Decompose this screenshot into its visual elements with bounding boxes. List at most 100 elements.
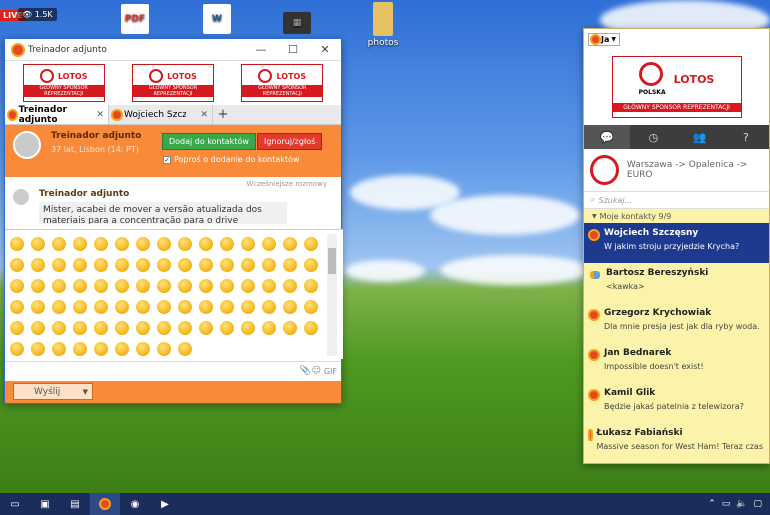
history-tab-icon[interactable]: ◷	[630, 125, 676, 149]
emoji-item-icon[interactable]	[178, 258, 192, 272]
earlier-conversations-link[interactable]: Wcześniejsze rozmowy	[246, 180, 327, 188]
volume-icon[interactable]: 🔈	[736, 499, 747, 509]
contacts-tab-icon[interactable]: 👥	[677, 125, 723, 149]
desktop-icon-photos[interactable]: photos	[356, 2, 410, 48]
list-item[interactable]: Wojciech Szczęsny W jakim stroju przyjedz…	[584, 223, 769, 263]
emoji-item-icon[interactable]	[283, 300, 297, 314]
scroll-thumb[interactable]	[328, 248, 336, 274]
ignore-button[interactable]: Ignoruj/zgłoś	[257, 133, 323, 150]
add-contact-button[interactable]: Dodaj do kontaktów	[162, 133, 256, 150]
emoji-item-icon[interactable]	[73, 342, 87, 356]
messenger-taskbar-icon[interactable]	[90, 493, 120, 515]
emoji-item-icon[interactable]	[10, 258, 24, 272]
emoji-item-icon[interactable]	[241, 300, 255, 314]
edge-icon[interactable]: ◉	[120, 493, 150, 515]
chevron-up-icon[interactable]: ⌃	[708, 499, 716, 509]
checkbox-icon[interactable]: ✓	[163, 155, 171, 164]
emoji-item-icon[interactable]	[52, 237, 66, 251]
emoji-item-icon[interactable]	[73, 279, 87, 293]
emoji-item-icon[interactable]	[52, 300, 66, 314]
list-item[interactable]: Łukasz Fabiański Massive season for West …	[584, 423, 769, 463]
emoji-item-icon[interactable]	[220, 279, 234, 293]
emoji-item-icon[interactable]	[31, 237, 45, 251]
desktop-icon-video[interactable]: ▦	[270, 12, 324, 36]
desktop-icon-word[interactable]: W	[190, 4, 244, 36]
emoji-item-icon[interactable]	[157, 300, 171, 314]
emoji-item-icon[interactable]	[10, 279, 24, 293]
list-item[interactable]: Bartosz Bereszyński <kawka>	[584, 263, 769, 303]
emoji-item-icon[interactable]	[241, 279, 255, 293]
list-item[interactable]: Kamil Glik Będzie jakaś patelnia z telewi…	[584, 383, 769, 423]
emoji-item-icon[interactable]	[73, 237, 87, 251]
emoji-item-icon[interactable]	[241, 258, 255, 272]
list-item[interactable]: Jan Bednarek Impossible doesn't exist!	[584, 343, 769, 383]
emoji-item-icon[interactable]	[94, 237, 108, 251]
chat-titlebar[interactable]: Treinador adjunto — ☐ ✕	[5, 39, 341, 61]
emoji-item-icon[interactable]	[115, 342, 129, 356]
emoji-item-icon[interactable]	[115, 300, 129, 314]
emoji-item-icon[interactable]	[73, 300, 87, 314]
emoji-item-icon[interactable]	[178, 342, 192, 356]
emoji-item-icon[interactable]	[157, 279, 171, 293]
emoji-item-icon[interactable]	[157, 258, 171, 272]
add-tab-icon[interactable]: +	[213, 105, 233, 124]
emoji-item-icon[interactable]	[262, 237, 276, 251]
emoji-item-icon[interactable]	[10, 342, 24, 356]
close-tab-icon[interactable]: ✕	[96, 110, 104, 120]
attach-icon[interactable]: 📎	[300, 366, 311, 376]
emoji-icon[interactable]: ☺	[312, 366, 321, 376]
emoji-item-icon[interactable]	[262, 279, 276, 293]
close-icon[interactable]: ✕	[309, 43, 341, 56]
emoji-item-icon[interactable]	[31, 321, 45, 335]
contact-group[interactable]: ▼ Moje kontakty 9/9	[584, 209, 769, 223]
emoji-item-icon[interactable]	[31, 300, 45, 314]
emoji-item-icon[interactable]	[73, 258, 87, 272]
emoji-item-icon[interactable]	[178, 279, 192, 293]
emoji-item-icon[interactable]	[115, 258, 129, 272]
emoji-scrollbar[interactable]	[327, 234, 337, 356]
emoji-item-icon[interactable]	[94, 279, 108, 293]
minimize-icon[interactable]: —	[245, 43, 277, 56]
emoji-item-icon[interactable]	[10, 300, 24, 314]
emoji-item-icon[interactable]	[136, 300, 150, 314]
emoji-item-icon[interactable]	[199, 300, 213, 314]
emoji-item-icon[interactable]	[304, 321, 318, 335]
sponsor-banner[interactable]: POLSKA LOTOS GŁÓWNY SPONSOR REPREZENTACJ…	[611, 56, 742, 118]
emoji-item-icon[interactable]	[136, 342, 150, 356]
emoji-item-icon[interactable]	[31, 279, 45, 293]
emoji-item-icon[interactable]	[31, 258, 45, 272]
emoji-item-icon[interactable]	[136, 279, 150, 293]
emoji-item-icon[interactable]	[199, 258, 213, 272]
emoji-item-icon[interactable]	[220, 258, 234, 272]
avatar[interactable]	[590, 155, 619, 185]
emoji-item-icon[interactable]	[157, 342, 171, 356]
emoji-item-icon[interactable]	[220, 237, 234, 251]
emoji-item-icon[interactable]	[199, 279, 213, 293]
sponsor-banner[interactable]: LOTOS GŁÓWNY SPONSOR REPREZENTACJI	[22, 64, 105, 102]
emoji-item-icon[interactable]	[136, 321, 150, 335]
emoji-item-icon[interactable]	[199, 321, 213, 335]
emoji-item-icon[interactable]	[115, 279, 129, 293]
maximize-icon[interactable]: ☐	[277, 43, 309, 56]
file-explorer-icon[interactable]: ▭	[0, 493, 30, 515]
message-input[interactable]: 📎 ☺ GIF	[5, 361, 341, 381]
tab-treinador[interactable]: Treinador adjunto ✕	[5, 105, 109, 125]
emoji-item-icon[interactable]	[262, 300, 276, 314]
my-description[interactable]: Warszawa -> Opalenica -> EURO	[627, 160, 769, 180]
emoji-item-icon[interactable]	[178, 300, 192, 314]
emoji-item-icon[interactable]	[94, 300, 108, 314]
status-selector[interactable]: Ja ▼	[588, 32, 620, 46]
emoji-item-icon[interactable]	[115, 321, 129, 335]
emoji-item-icon[interactable]	[10, 321, 24, 335]
search-input[interactable]: Szukaj...	[598, 196, 632, 205]
emoji-item-icon[interactable]	[283, 237, 297, 251]
store-icon[interactable]: ▣	[30, 493, 60, 515]
chevron-down-icon[interactable]: ▼	[83, 388, 88, 396]
emoji-item-icon[interactable]	[241, 321, 255, 335]
search-bar[interactable]: ⌕ Szukaj...	[584, 191, 769, 209]
emoji-item-icon[interactable]	[262, 321, 276, 335]
emoji-item-icon[interactable]	[31, 342, 45, 356]
emoji-item-icon[interactable]	[283, 321, 297, 335]
emoji-item-icon[interactable]	[304, 279, 318, 293]
emoji-item-icon[interactable]	[10, 237, 24, 251]
